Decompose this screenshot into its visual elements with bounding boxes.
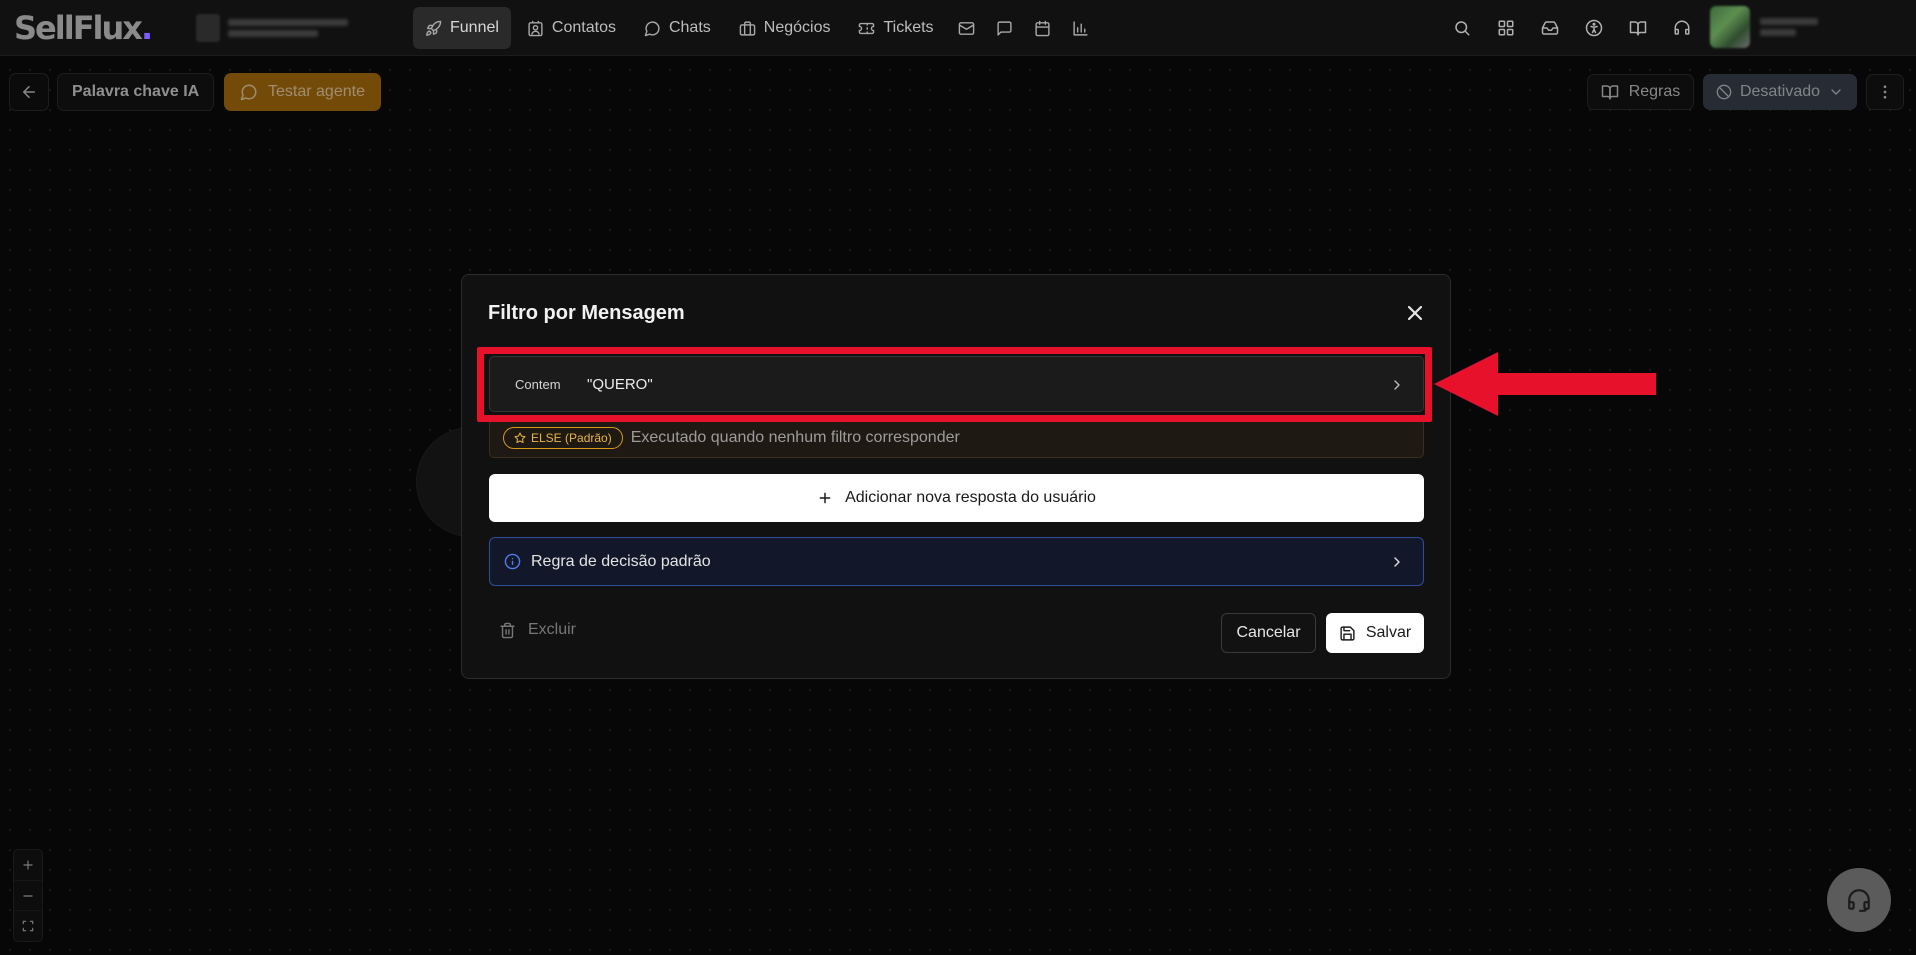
- cancel-button[interactable]: Cancelar: [1221, 613, 1316, 653]
- main-nav: Funnel Contatos Chats Negócios Tickets: [413, 7, 1098, 49]
- save-label: Salvar: [1365, 624, 1412, 641]
- delete-button[interactable]: Excluir: [499, 621, 576, 639]
- chevron-right-icon: [1389, 554, 1405, 570]
- else-description: Executado quando nenhum filtro correspon…: [630, 429, 960, 446]
- nav-item-contatos[interactable]: Contatos: [515, 7, 628, 49]
- chevron-right-icon: [1389, 377, 1405, 393]
- user-menu[interactable]: [1710, 6, 1818, 48]
- filter-condition-row[interactable]: Contem "QUERO": [489, 356, 1424, 412]
- nav-item-tickets[interactable]: Tickets: [846, 7, 945, 49]
- save-button[interactable]: Salvar: [1326, 613, 1424, 653]
- dialog-title: Filtro por Mensagem: [488, 302, 685, 324]
- delete-label: Excluir: [528, 621, 577, 638]
- workspace-switcher[interactable]: [196, 12, 380, 44]
- briefcase-icon: [739, 20, 756, 37]
- else-badge-label: ELSE (Padrão): [531, 431, 612, 445]
- nav-item-negocios[interactable]: Negócios: [727, 7, 843, 49]
- nav-reports-button[interactable]: [1064, 7, 1098, 49]
- nav-item-chats[interactable]: Chats: [632, 7, 723, 49]
- message-square-icon: [996, 20, 1013, 37]
- contacts-icon: [527, 20, 544, 37]
- user-name-redacted: [1760, 18, 1818, 36]
- inbox-icon: [1541, 19, 1559, 37]
- add-response-button[interactable]: Adicionar nova resposta do usuário: [489, 474, 1424, 522]
- nav-messages-button[interactable]: [988, 7, 1022, 49]
- filter-value: "QUERO": [587, 375, 653, 393]
- calendar-icon: [1034, 20, 1051, 37]
- docs-button[interactable]: [1616, 10, 1660, 46]
- mail-icon: [958, 20, 975, 37]
- message-filter-dialog: Filtro por Mensagem Contem "QUERO" ELSE …: [461, 274, 1451, 679]
- headset-icon: [1673, 19, 1691, 37]
- apps-grid-icon: [1497, 19, 1515, 37]
- ticket-icon: [858, 20, 875, 37]
- workspace-name-redacted: [228, 19, 348, 37]
- top-navigation-bar: SellFlux. Funnel Contatos Chats Negócios…: [0, 0, 1916, 56]
- header-tools: [1440, 10, 1704, 46]
- workspace-avatar: [196, 14, 220, 42]
- close-button[interactable]: [1403, 301, 1427, 325]
- support-button[interactable]: [1660, 10, 1704, 46]
- info-icon: [504, 553, 521, 570]
- app-logo[interactable]: SellFlux.: [14, 9, 153, 47]
- bar-chart-icon: [1072, 20, 1089, 37]
- else-default-row[interactable]: ELSE (Padrão) Executado quando nenhum fi…: [489, 418, 1424, 458]
- accessibility-icon: [1585, 19, 1603, 37]
- book-icon: [1629, 19, 1647, 37]
- inbox-button[interactable]: [1528, 10, 1572, 46]
- search-icon: [1453, 19, 1471, 37]
- default-rule-label: Regra de decisão padrão: [531, 552, 711, 570]
- nav-label-contatos: Contatos: [551, 19, 616, 36]
- annotation-arrow: [1434, 352, 1656, 416]
- nav-mail-button[interactable]: [950, 7, 984, 49]
- star-icon: [514, 432, 526, 444]
- apps-button[interactable]: [1484, 10, 1528, 46]
- nav-item-funnel[interactable]: Funnel: [413, 7, 511, 49]
- nav-label-funnel: Funnel: [450, 19, 499, 36]
- default-decision-rule-row[interactable]: Regra de decisão padrão: [489, 537, 1424, 586]
- nav-label-tickets: Tickets: [883, 19, 934, 36]
- else-badge: ELSE (Padrão): [503, 427, 623, 449]
- close-icon: [1403, 301, 1427, 325]
- save-icon: [1339, 625, 1356, 642]
- nav-label-negocios: Negócios: [763, 19, 831, 36]
- nav-label-chats: Chats: [668, 19, 711, 36]
- avatar: [1710, 6, 1750, 48]
- add-response-label: Adicionar nova resposta do usuário: [845, 489, 1096, 506]
- search-button[interactable]: [1440, 10, 1484, 46]
- nav-calendar-button[interactable]: [1026, 7, 1060, 49]
- filter-operator: Contem: [515, 376, 561, 392]
- plus-icon: [817, 490, 833, 506]
- chat-bubble-icon: [644, 20, 661, 37]
- accessibility-button[interactable]: [1572, 10, 1616, 46]
- rocket-icon: [425, 20, 442, 37]
- trash-icon: [499, 622, 516, 639]
